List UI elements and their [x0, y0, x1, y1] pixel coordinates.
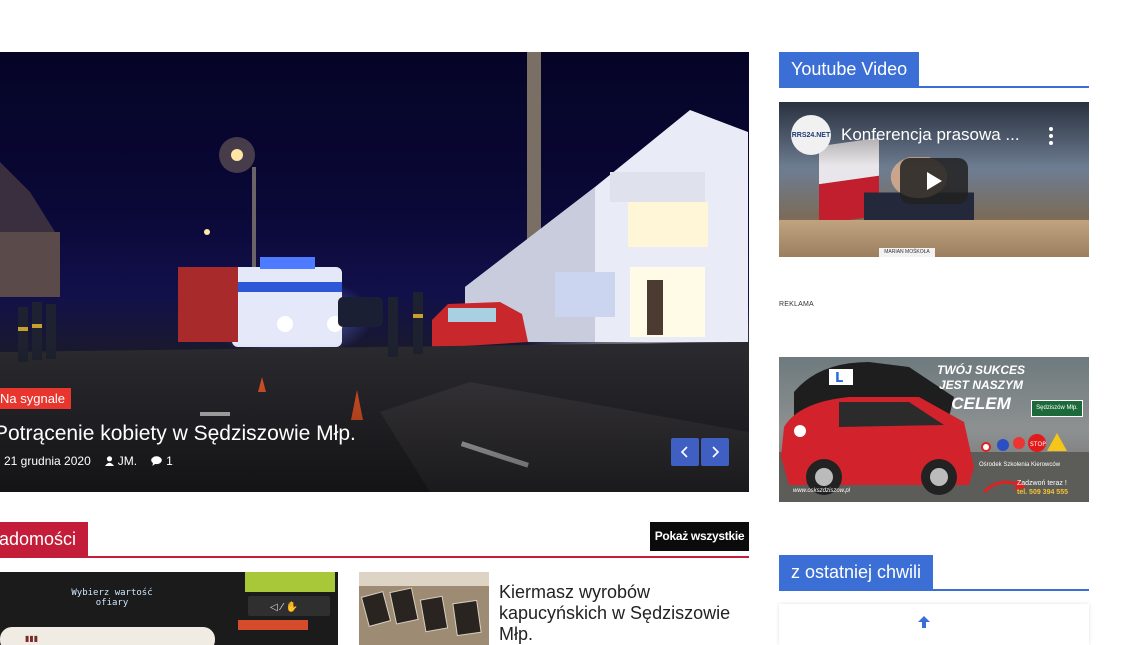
- slider-next-button[interactable]: [701, 438, 729, 466]
- latest-widget-title: z ostatniej chwili: [779, 555, 934, 589]
- comment-count[interactable]: 1: [166, 454, 173, 468]
- latest-widget-header: z ostatniej chwili: [779, 555, 1089, 591]
- user-icon: [104, 456, 114, 466]
- svg-text:L: L: [835, 371, 843, 386]
- channel-logo-text: RRS24.NET: [791, 131, 831, 139]
- post-author[interactable]: JM.: [104, 454, 137, 468]
- news-card-title[interactable]: Kiermasz wyrobów kapucyńskich w Sędziszo…: [499, 582, 739, 645]
- ad-label: REKLAMA: [779, 301, 814, 308]
- section-title: Wiadomości: [0, 522, 89, 556]
- play-icon: [927, 172, 942, 190]
- news-section-header: Wiadomości Pokaż wszystkie: [0, 522, 749, 558]
- latest-news-box: [779, 604, 1089, 645]
- ad-slogan: TWÓJ SUKCES JEST NASZYM CELEM: [931, 363, 1031, 415]
- arrow-up-icon[interactable]: [917, 615, 931, 629]
- ad-slogan-line3: CELEM: [951, 394, 1011, 413]
- youtube-widget-title: Youtube Video: [779, 52, 920, 86]
- section-title-text: Wiadomości: [0, 529, 77, 549]
- show-all-button[interactable]: Pokaż wszystkie: [650, 522, 749, 551]
- featured-slider[interactable]: Na sygnale Potrącenie kobiety w Sędziszo…: [0, 52, 749, 492]
- news-card-small-image[interactable]: [359, 572, 489, 645]
- youtube-widget-header: Youtube Video: [779, 52, 1089, 88]
- youtube-video-embed[interactable]: MARIAN MOŚKOŁA RRS24.NET Konferencja pra…: [779, 102, 1089, 257]
- slide-meta: 21 grudnia 2020 JM. 1: [4, 454, 173, 468]
- driving-school-ad[interactable]: L STOP TWÓJ SUKCES JEST NASZYM CELEM Sęd…: [779, 357, 1089, 502]
- ad-website: www.oskszdziszow.pl: [793, 488, 851, 494]
- ad-call-text: Zadzwoń teraz ! tel. 509 394 555: [1017, 479, 1068, 497]
- ad-road-sign: Sędziszów Młp.: [1031, 400, 1083, 417]
- slide-title[interactable]: Potrącenie kobiety w Sędziszowie Młp.: [0, 422, 356, 446]
- speaker-nameplate: MARIAN MOŚKOŁA: [879, 248, 935, 257]
- channel-avatar[interactable]: RRS24.NET: [791, 115, 831, 155]
- video-title[interactable]: Konferencja prasowa ...: [841, 125, 1020, 145]
- svg-text:◁ ⁄ ✋: ◁ ⁄ ✋: [270, 600, 298, 613]
- ad-school-name: Ośrodek Szkolenia Kierowców: [979, 462, 1061, 468]
- news-card-large-image[interactable]: ◁ ⁄ ✋ ▮▮▮ Wybierz wartość ofiary: [0, 572, 338, 645]
- svg-text:▮▮▮: ▮▮▮: [25, 634, 38, 643]
- ad-phone: tel. 509 394 555: [1017, 489, 1068, 496]
- post-comments[interactable]: 1: [151, 454, 173, 468]
- category-badge[interactable]: Na sygnale: [0, 388, 72, 409]
- chevron-right-icon: [712, 446, 720, 458]
- slider-prev-button[interactable]: [671, 438, 699, 466]
- more-vertical-icon[interactable]: [1047, 126, 1055, 146]
- date-text[interactable]: 21 grudnia 2020: [4, 454, 91, 468]
- terminal-screen-text: Wybierz wartość ofiary: [71, 588, 153, 608]
- svg-text:STOP: STOP: [1030, 441, 1046, 448]
- products-image: [359, 572, 489, 645]
- chevron-left-icon: [680, 446, 688, 458]
- caption-overlay: [0, 342, 749, 492]
- ad-slogan-line1: TWÓJ SUKCES: [936, 363, 1025, 377]
- terminal-image: ◁ ⁄ ✋ ▮▮▮: [0, 572, 338, 645]
- comment-icon: [151, 456, 162, 466]
- play-button[interactable]: [900, 158, 968, 204]
- author-name[interactable]: JM.: [118, 454, 137, 468]
- ad-call-label: Zadzwoń teraz !: [1017, 480, 1067, 487]
- ad-slogan-line2: JEST NASZYM: [938, 378, 1023, 392]
- post-date[interactable]: 21 grudnia 2020: [4, 454, 91, 468]
